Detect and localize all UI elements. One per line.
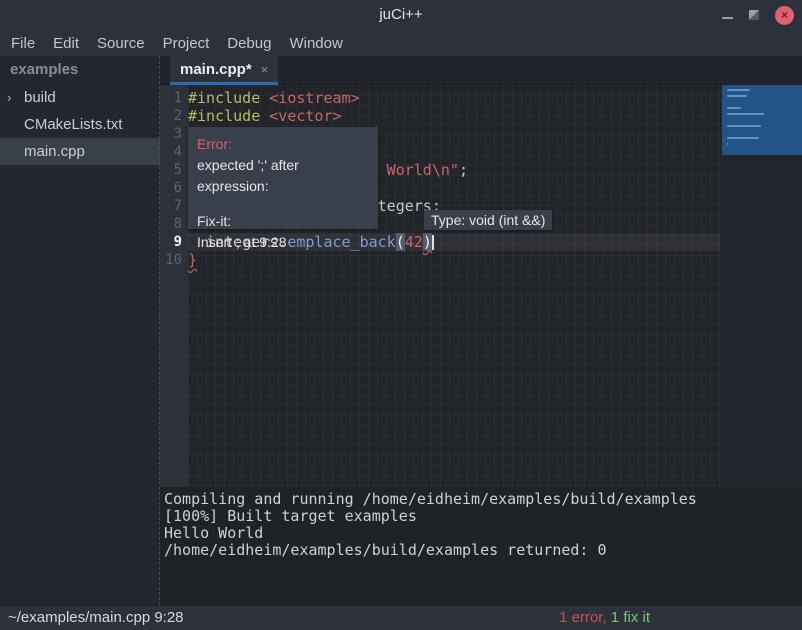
code-segment: #include (188, 89, 269, 107)
build-output-terminal[interactable]: Compiling and running /home/eidheim/exam… (160, 487, 802, 605)
code-editor[interactable]: 12345678910 #include <iostream>#include … (160, 85, 802, 487)
menu-edit[interactable]: Edit (44, 35, 88, 52)
line-number: 8 (160, 215, 182, 233)
fixit-text: Insert ; at 9:28 (197, 232, 369, 253)
tab-strip: main.cpp* × (160, 56, 802, 85)
tree-item-label: build (24, 89, 56, 106)
code-line-1: #include <iostream> (188, 89, 720, 107)
menu-window[interactable]: Window (280, 35, 351, 52)
menu-project[interactable]: Project (154, 35, 219, 52)
terminal-line: Hello World (164, 525, 802, 542)
tree-item-main-cpp[interactable]: main.cpp (0, 138, 160, 165)
status-bar: ~/examples/main.cpp 9:28 1 error, 1 fix … (0, 605, 802, 630)
code-segment: 42 (405, 233, 423, 251)
line-number-gutter: 12345678910 (160, 85, 188, 487)
error-count[interactable]: 1 error, (559, 609, 607, 626)
code-segment: <vector> (269, 107, 341, 125)
tree-item-label: main.cpp (24, 143, 85, 160)
minimap-line (727, 137, 759, 139)
diagnostic-title: Error: (197, 134, 369, 155)
minimap-viewport[interactable] (722, 85, 802, 155)
menu-source[interactable]: Source (88, 35, 154, 52)
tree-item-cmakelists-txt[interactable]: CMakeLists.txt (0, 111, 160, 138)
terminal-line: Compiling and running /home/eidheim/exam… (164, 491, 802, 508)
line-number: 5 (160, 161, 182, 179)
line-number: 2 (160, 107, 182, 125)
terminal-line: /home/eidheim/examples/build/examples re… (164, 542, 802, 559)
line-number: 6 (160, 179, 182, 197)
tree-item-label: CMakeLists.txt (24, 116, 122, 133)
minimize-icon[interactable] (722, 17, 733, 19)
minimap-line (727, 143, 728, 145)
diagnostic-tooltip: Error: expected ';' after expression: Fi… (188, 127, 378, 229)
minimap-line (727, 89, 750, 91)
menu-bar: FileEditSourceProjectDebugWindow (0, 30, 802, 56)
file-location-status: ~/examples/main.cpp 9:28 (8, 609, 184, 626)
line-number: 1 (160, 89, 182, 107)
line-number: 9 (160, 233, 182, 251)
file-tree: › build CMakeLists.txt main.cpp (0, 84, 160, 165)
terminal-line: [100%] Built target examples (164, 508, 802, 525)
tree-item-build[interactable]: › build (0, 84, 160, 111)
fixit-label: Fix-it: (197, 211, 369, 232)
minimap-line (727, 125, 761, 127)
diagnostics-status[interactable]: 1 error, 1 fix it (559, 609, 650, 626)
tab-main-cpp[interactable]: main.cpp* × (170, 56, 278, 85)
restore-icon[interactable] (749, 10, 759, 20)
project-name-header: examples (0, 56, 160, 84)
minimap-line (727, 107, 741, 109)
line-number: 3 (160, 125, 182, 143)
window-controls: × (722, 0, 794, 30)
menu-debug[interactable]: Debug (218, 35, 280, 52)
type-tooltip: Type: void (int &&) (424, 210, 552, 230)
minimap[interactable] (720, 85, 802, 487)
file-tree-sidebar: examples › build CMakeLists.txt main.cpp (0, 56, 160, 605)
menu-file[interactable]: File (2, 35, 44, 52)
tab-close-icon[interactable]: × (261, 62, 269, 77)
line-number: 4 (160, 143, 182, 161)
pane-separator[interactable] (159, 56, 160, 605)
tab-label: main.cpp* (180, 61, 252, 78)
text-cursor (432, 235, 434, 250)
code-segment: #include (188, 107, 269, 125)
code-line-10: } (188, 251, 720, 269)
fixit-count[interactable]: 1 fix it (607, 609, 650, 626)
main-area: main.cpp* × 12345678910 #include <iostre… (160, 56, 802, 605)
minimap-line (727, 95, 747, 97)
code-line-2: #include <vector> (188, 107, 720, 125)
close-icon[interactable]: × (775, 6, 794, 25)
line-number: 10 (160, 251, 182, 269)
window-title: juCi++ (0, 6, 802, 23)
juci-window: juCi++ × FileEditSourceProjectDebugWindo… (0, 0, 802, 630)
line-number: 7 (160, 197, 182, 215)
code-segment: ) (423, 233, 432, 251)
titlebar[interactable]: juCi++ × (0, 0, 802, 30)
minimap-line (727, 113, 764, 115)
code-segment: <iostream> (269, 89, 359, 107)
diagnostic-gap (197, 197, 369, 211)
code-segment: ; (459, 161, 468, 179)
chevron-right-icon[interactable]: › (7, 84, 11, 111)
code-segment: } (188, 251, 197, 269)
diagnostic-message: expected ';' after expression: (197, 155, 369, 197)
code-segment: ( (396, 233, 405, 251)
